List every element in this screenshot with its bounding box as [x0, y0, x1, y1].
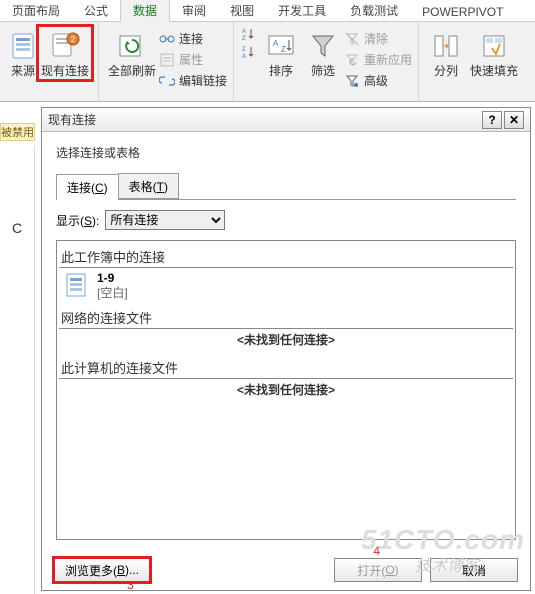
properties-button[interactable]: 属性 [159, 51, 227, 68]
svg-text:A: A [242, 54, 246, 60]
group-external-data: 来源 2 现有连接 [2, 22, 99, 101]
existing-connections-icon: 2 [49, 30, 81, 62]
dialog-footer: 浏览更多(B)... 4 打开(O) 取消 [42, 550, 530, 590]
ribbon: 来源 2 现有连接 全部刷新 连接 属性 编辑链接 [0, 22, 535, 102]
filter-label: 筛选 [311, 64, 335, 78]
ribbon-tabs: 页面布局 公式 数据 审阅 视图 开发工具 负载测试 POWERPIVOT [0, 0, 535, 22]
refresh-all-button[interactable]: 全部刷新 [105, 26, 159, 80]
tab-data[interactable]: 数据 [120, 0, 170, 22]
show-select[interactable]: 所有连接 [105, 210, 225, 230]
sort-az-icon: AZ [240, 26, 256, 42]
source-icon [7, 30, 39, 62]
group-data-tools: 分列 快速填充 [419, 22, 527, 101]
dialog-prompt: 选择连接或表格 [56, 144, 516, 161]
svg-text:A: A [273, 39, 279, 48]
reapply-label: 重新应用 [364, 51, 412, 68]
svg-text:2: 2 [71, 35, 76, 44]
dialog-inner-tabs: 连接(C) 表格(T) [56, 173, 516, 200]
text-to-columns-button[interactable]: 分列 [425, 26, 467, 80]
help-button[interactable]: ? [482, 111, 502, 129]
worksheet-left-column: C [0, 145, 35, 594]
text-to-columns-icon [430, 30, 462, 62]
flash-fill-button[interactable]: 快速填充 [467, 26, 521, 80]
reapply-icon [344, 52, 360, 68]
properties-label: 属性 [179, 51, 203, 68]
connections-button[interactable]: 连接 [159, 30, 227, 47]
sort-za-icon: ZA [240, 44, 256, 60]
section-computer: 此计算机的连接文件 [59, 356, 513, 379]
sort-icon: AZ [265, 30, 297, 62]
tab-view[interactable]: 视图 [218, 0, 266, 21]
show-label: 显示(S): [56, 212, 99, 229]
advanced-icon [344, 73, 360, 89]
dialog-body: 选择连接或表格 连接(C) 表格(T) 显示(S): 所有连接 此工作簿中的连接… [42, 132, 530, 550]
network-not-found: <未找到任何连接> [59, 329, 513, 354]
connection-name: 1-9 [97, 271, 128, 286]
cancel-button[interactable]: 取消 [430, 558, 518, 582]
from-other-sources-button[interactable]: 来源 [8, 26, 38, 80]
clear-label: 清除 [364, 30, 388, 47]
computer-not-found: <未找到任何连接> [59, 379, 513, 404]
connection-item[interactable]: 1-9 [空白] [59, 268, 513, 304]
refresh-icon [116, 30, 148, 62]
tab-powerpivot[interactable]: POWERPIVOT [410, 2, 515, 21]
tab-page-layout[interactable]: 页面布局 [0, 0, 72, 21]
advanced-label: 高级 [364, 72, 388, 89]
flash-fill-label: 快速填充 [470, 64, 518, 78]
edit-links-label: 编辑链接 [179, 72, 227, 89]
connections-icon [159, 31, 175, 47]
clear-icon [344, 31, 360, 47]
from-other-sources-label: 来源 [11, 64, 35, 78]
svg-text:A: A [242, 29, 246, 35]
dialog-title: 现有连接 [48, 111, 480, 128]
edit-links-button[interactable]: 编辑链接 [159, 72, 227, 89]
existing-connections-dialog: 现有连接 ? ✕ 选择连接或表格 连接(C) 表格(T) 显示(S): 所有连接… [41, 107, 531, 591]
clear-button[interactable]: 清除 [344, 30, 412, 47]
sort-za-button[interactable]: ZA [240, 44, 256, 60]
filter-button[interactable]: 筛选 [302, 26, 344, 80]
connection-desc: [空白] [97, 286, 128, 301]
tab-developer[interactable]: 开发工具 [266, 0, 338, 21]
sort-button[interactable]: AZ 排序 [260, 26, 302, 80]
advanced-button[interactable]: 高级 [344, 72, 412, 89]
group-connections: 全部刷新 连接 属性 编辑链接 [99, 22, 234, 101]
properties-icon [159, 52, 175, 68]
show-row: 显示(S): 所有连接 [56, 210, 516, 230]
dialog-titlebar[interactable]: 现有连接 ? ✕ [42, 108, 530, 132]
browse-more-button[interactable]: 浏览更多(B)... [54, 558, 150, 582]
tab-connections[interactable]: 连接(C) [56, 174, 119, 200]
svg-text:Z: Z [281, 45, 286, 54]
flash-fill-icon [478, 30, 510, 62]
tab-load-test[interactable]: 负载测试 [338, 0, 410, 21]
existing-connections-button[interactable]: 2 现有连接 [38, 26, 92, 80]
close-button[interactable]: ✕ [504, 111, 524, 129]
existing-connections-label: 现有连接 [41, 64, 89, 78]
svg-text:Z: Z [242, 36, 246, 42]
connection-file-icon [63, 271, 91, 299]
section-workbook: 此工作簿中的连接 [59, 245, 513, 268]
edit-links-icon [159, 73, 175, 89]
text-to-columns-label: 分列 [434, 64, 458, 78]
tab-review[interactable]: 审阅 [170, 0, 218, 21]
tab-tables[interactable]: 表格(T) [118, 173, 179, 199]
annotation-4: 4 [373, 544, 380, 558]
column-header-c[interactable]: C [12, 220, 22, 236]
sort-az-button[interactable]: AZ [240, 26, 256, 42]
refresh-all-label: 全部刷新 [108, 64, 156, 78]
section-network: 网络的连接文件 [59, 306, 513, 329]
sort-label: 排序 [269, 64, 293, 78]
open-button[interactable]: 打开(O) [334, 558, 422, 582]
tab-formulas[interactable]: 公式 [72, 0, 120, 21]
svg-text:Z: Z [242, 47, 246, 53]
group-sort-filter: AZ ZA AZ 排序 筛选 清除 重新应用 高级 [234, 22, 419, 101]
connections-label: 连接 [179, 30, 203, 47]
reapply-button[interactable]: 重新应用 [344, 51, 412, 68]
connections-list[interactable]: 此工作簿中的连接 1-9 [空白] 网络的连接文件 <未找到任何连接> 此计算机… [56, 240, 516, 540]
security-warning-strip: 被禁用 [0, 123, 35, 141]
funnel-icon [307, 30, 339, 62]
